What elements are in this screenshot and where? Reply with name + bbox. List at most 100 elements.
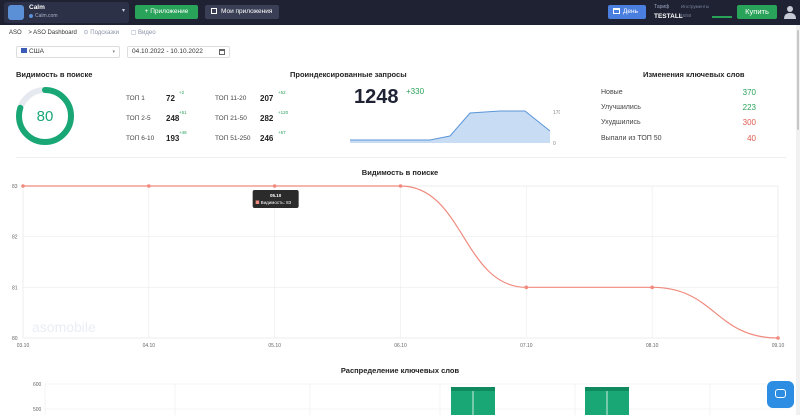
indexed-title: Проиндексированные запросы [290,70,407,79]
chevron-down-icon: ▾ [121,8,125,14]
data-point[interactable] [21,184,25,188]
x-tick-label: 08.10 [646,343,659,349]
x-tick-label: 04.10 [143,343,156,349]
app-icon [8,5,24,20]
keyword-change-label: Новые [601,89,623,96]
app-switcher[interactable]: Calm Calm.com ▾ [4,2,129,23]
mini-axis-top: 1700 [553,110,560,116]
app-name: Calm [29,4,45,11]
y-tick-label: 82 [12,235,18,241]
top-label: ТОП 51-250 [215,135,251,142]
x-tick-label: 03.10 [17,343,30,349]
indexed-delta: +330 [406,87,425,96]
tooltip-text: Видимость: 83 [261,200,292,205]
top-label: ТОП 6-10 [126,135,155,142]
top-bar: Calm Calm.com ▾ + Приложение Мои приложе… [0,0,800,25]
country-value: США [29,48,44,55]
keyword-change-label: Улучшились [601,104,641,111]
top-value: 282 [260,114,274,123]
data-point[interactable] [524,285,529,290]
keyword-change-label: Ухудшились [601,119,641,126]
date-range-value: 04.10.2022 - 10.10.2022 [132,48,203,55]
tools-label: Инструменты [681,4,710,9]
top-label: ТОП 1 [126,95,145,102]
buy-button[interactable]: Купить [737,5,777,19]
country-select[interactable]: США ▾ [16,46,120,58]
y-tick-label: 81 [12,285,18,291]
top-value: 72 [166,94,175,103]
tariff-name: TESTALL [654,13,683,20]
top-delta: +2 [179,90,185,95]
y-tick-label: 83 [12,184,18,190]
x-tick-label: 05.10 [268,343,281,349]
keyword-changes-title: Изменения ключевых слов [643,70,745,79]
help-link[interactable]: ⊙ Подсказки [84,30,124,36]
app-subtitle-text: Calm.com [35,13,58,19]
my-apps-label: Мои приложения [221,8,273,15]
top-value: 207 [260,94,274,103]
indexed-mini-chart: 1700 0 [350,110,560,147]
top-value: 193 [166,134,180,143]
breadcrumb-current: > ASO Dashboard [28,30,77,36]
app-store-icon [29,13,33,18]
mini-chart-area [350,111,550,143]
data-point[interactable] [147,184,151,188]
visibility-score: 80 [37,108,54,125]
bar-cap [451,387,495,391]
keyword-change-value: 223 [742,103,756,112]
visibility-chart-title: Видимость в поиске [361,168,439,177]
app-subtitle: Calm.com [29,13,58,19]
visibility-title: Видимость в поиске [16,70,93,79]
tools-value: 45/50 [680,13,692,18]
data-point[interactable] [272,184,277,188]
scrollbar-thumb[interactable] [797,30,799,130]
chevron-down-icon: ▾ [112,49,115,55]
watermark: asomobile [32,319,96,335]
period-label: День [623,8,638,15]
calendar-icon [613,8,620,14]
chart-tooltip: 05.10 Видимость: 83 [252,190,299,208]
top-delta: +51 [179,110,187,115]
x-tick-label: 06.10 [394,343,407,349]
x-tick-label: 09.10 [772,343,785,349]
video-link[interactable]: ▢ Видео [131,30,161,36]
y-tick-label: 500 [33,407,42,413]
top-value: 246 [260,134,274,143]
x-tick-label: 07.10 [520,343,533,349]
breadcrumb-root[interactable]: ASO [9,30,22,36]
data-point[interactable] [398,184,403,188]
chat-icon [775,389,786,398]
y-tick-label: 600 [33,382,42,388]
flag-icon [21,48,27,53]
top-delta: +120 [278,110,289,115]
visibility-gauge: 80 [16,87,74,145]
top-delta: +52 [278,90,286,95]
calendar-icon [219,49,225,55]
bar-cap [585,387,629,391]
help-label: Подсказки [90,30,120,36]
add-app-button[interactable]: + Приложение [135,5,198,19]
breadcrumb: ASO > ASO Dashboard ⊙ Подсказки ▢ Видео [9,29,166,36]
video-label: Видео [138,30,156,36]
data-point[interactable] [650,285,654,290]
mini-axis-bottom: 0 [553,141,556,147]
data-point[interactable] [776,336,780,340]
date-range-picker[interactable]: 04.10.2022 - 10.10.2022 [127,46,230,58]
tooltip-swatch [255,200,260,204]
user-avatar-icon[interactable] [784,5,796,19]
top-value: 248 [166,114,180,123]
top-label: ТОП 21-50 [215,115,247,122]
distribution-bar-chart: 600 500 [33,382,790,415]
chat-button[interactable] [767,381,794,408]
period-button[interactable]: День [608,5,646,19]
top-label: ТОП 2-5 [126,115,151,122]
divider [16,157,786,158]
visibility-line-chart: 83 82 81 8003.10 04.10 05.10 06.10 07.10 08.10 09… [12,184,785,349]
tooltip-title: 05.10 [270,193,282,198]
keyword-change-label: Выпали из ТОП 50 [601,135,662,142]
tariff-label: Тариф [654,4,670,10]
keyword-change-value: 40 [747,134,756,143]
tools-progress-bar [712,16,732,18]
top-delta: +57 [278,130,286,135]
my-apps-button[interactable]: Мои приложения [205,5,279,19]
